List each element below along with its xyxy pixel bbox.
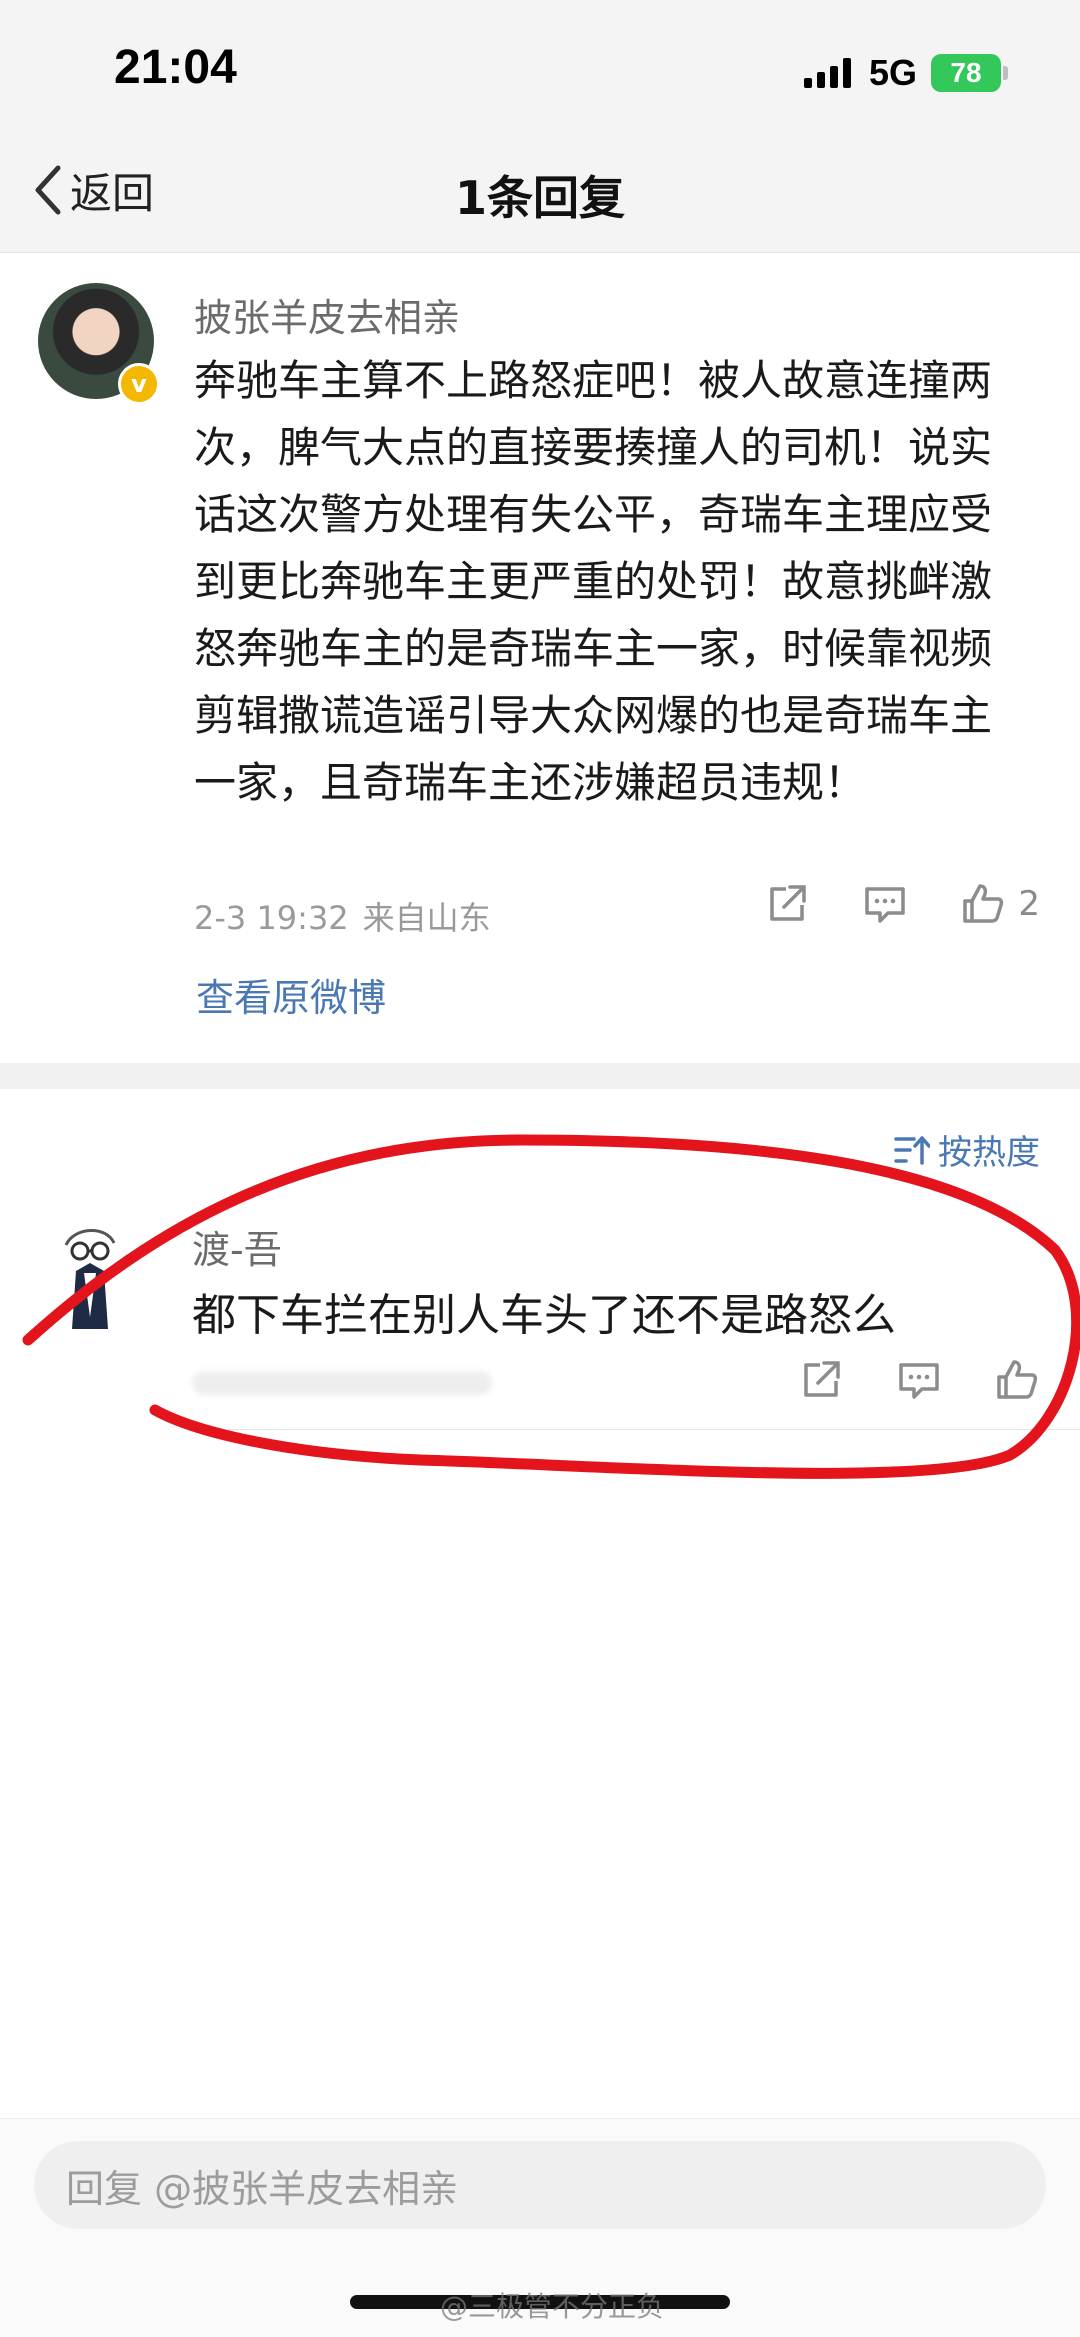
thumbs-up-icon: [997, 1360, 1038, 1399]
comment-author[interactable]: 披张羊皮去相亲: [194, 287, 460, 342]
status-time: 21:04: [114, 41, 237, 94]
comment-meta: 2-3 19:32 来自山东: [194, 893, 491, 939]
comment-button[interactable]: [896, 1357, 942, 1403]
like-button[interactable]: [994, 1357, 1040, 1403]
network-type: 5G: [868, 52, 917, 93]
comment-icon: [899, 1363, 939, 1399]
reply-divider: [192, 1429, 1080, 1430]
page-title: 1条回复: [454, 171, 625, 225]
reply-actions: [746, 1357, 1040, 1403]
signal-icon: [803, 58, 851, 88]
comment-date: 2-3 19:32: [194, 899, 349, 937]
thumbs-up-icon: [963, 884, 1004, 923]
sort-label: 按热度: [938, 1133, 1040, 1173]
battery-level: 78: [950, 57, 982, 88]
avatar[interactable]: [36, 1217, 152, 1333]
section-divider: [0, 1063, 1080, 1089]
view-original-link[interactable]: 查看原微博: [196, 967, 386, 1022]
share-icon: [770, 885, 807, 921]
verified-badge-icon: v: [118, 363, 160, 405]
reply-text: 都下车拦在别人车头了还不是路怒么: [192, 1290, 896, 1341]
comment-location: 来自山东: [362, 899, 491, 937]
sort-icon: [894, 1135, 930, 1165]
comment-icon: [865, 887, 906, 923]
sort-button[interactable]: 按热度: [894, 1125, 1040, 1174]
comment-text: 奔驰车主算不上路怒症吧！被人故意连撞两次，脾气大点的直接要揍撞人的司机！说实话这…: [194, 356, 993, 807]
battery-icon: 78: [931, 54, 1001, 92]
share-button[interactable]: [764, 881, 810, 927]
comment-button[interactable]: [862, 881, 908, 927]
like-count: 2: [1018, 884, 1040, 924]
share-icon: [804, 1361, 840, 1397]
screen: 21:04 5G 78 返回 1条回复 v 披张羊皮去相亲 奔驰车主算不上路怒症…: [0, 0, 1080, 2337]
reply-author[interactable]: 渡-吾: [192, 1219, 282, 1274]
like-button[interactable]: 2: [960, 881, 1040, 927]
reply-meta-obscured: [192, 1371, 492, 1395]
battery-cap: [1003, 66, 1008, 80]
watermark: @三极管不分正负: [440, 2290, 665, 2323]
status-indicators: 5G 78: [803, 50, 1008, 96]
original-comment: v 披张羊皮去相亲 奔驰车主算不上路怒症吧！被人故意连撞两次，脾气大点的直接要揍…: [0, 253, 1080, 1063]
top-bar: 21:04 5G 78 返回 1条回复: [0, 0, 1080, 253]
reply-input[interactable]: 回复 @披张羊皮去相亲: [34, 2141, 1046, 2229]
replies-section: 按热度 渡-吾 都下车拦在别人车头了还不是路怒么: [0, 1089, 1080, 2119]
share-button[interactable]: [798, 1357, 844, 1403]
reply-bar: 回复 @披张羊皮去相亲 @三极管不分正负: [0, 2118, 1080, 2337]
comment-actions: 2: [712, 881, 1040, 927]
sketch-avatar-icon: [64, 1229, 116, 1329]
reply-input-placeholder: 回复 @披张羊皮去相亲: [66, 2166, 459, 2211]
